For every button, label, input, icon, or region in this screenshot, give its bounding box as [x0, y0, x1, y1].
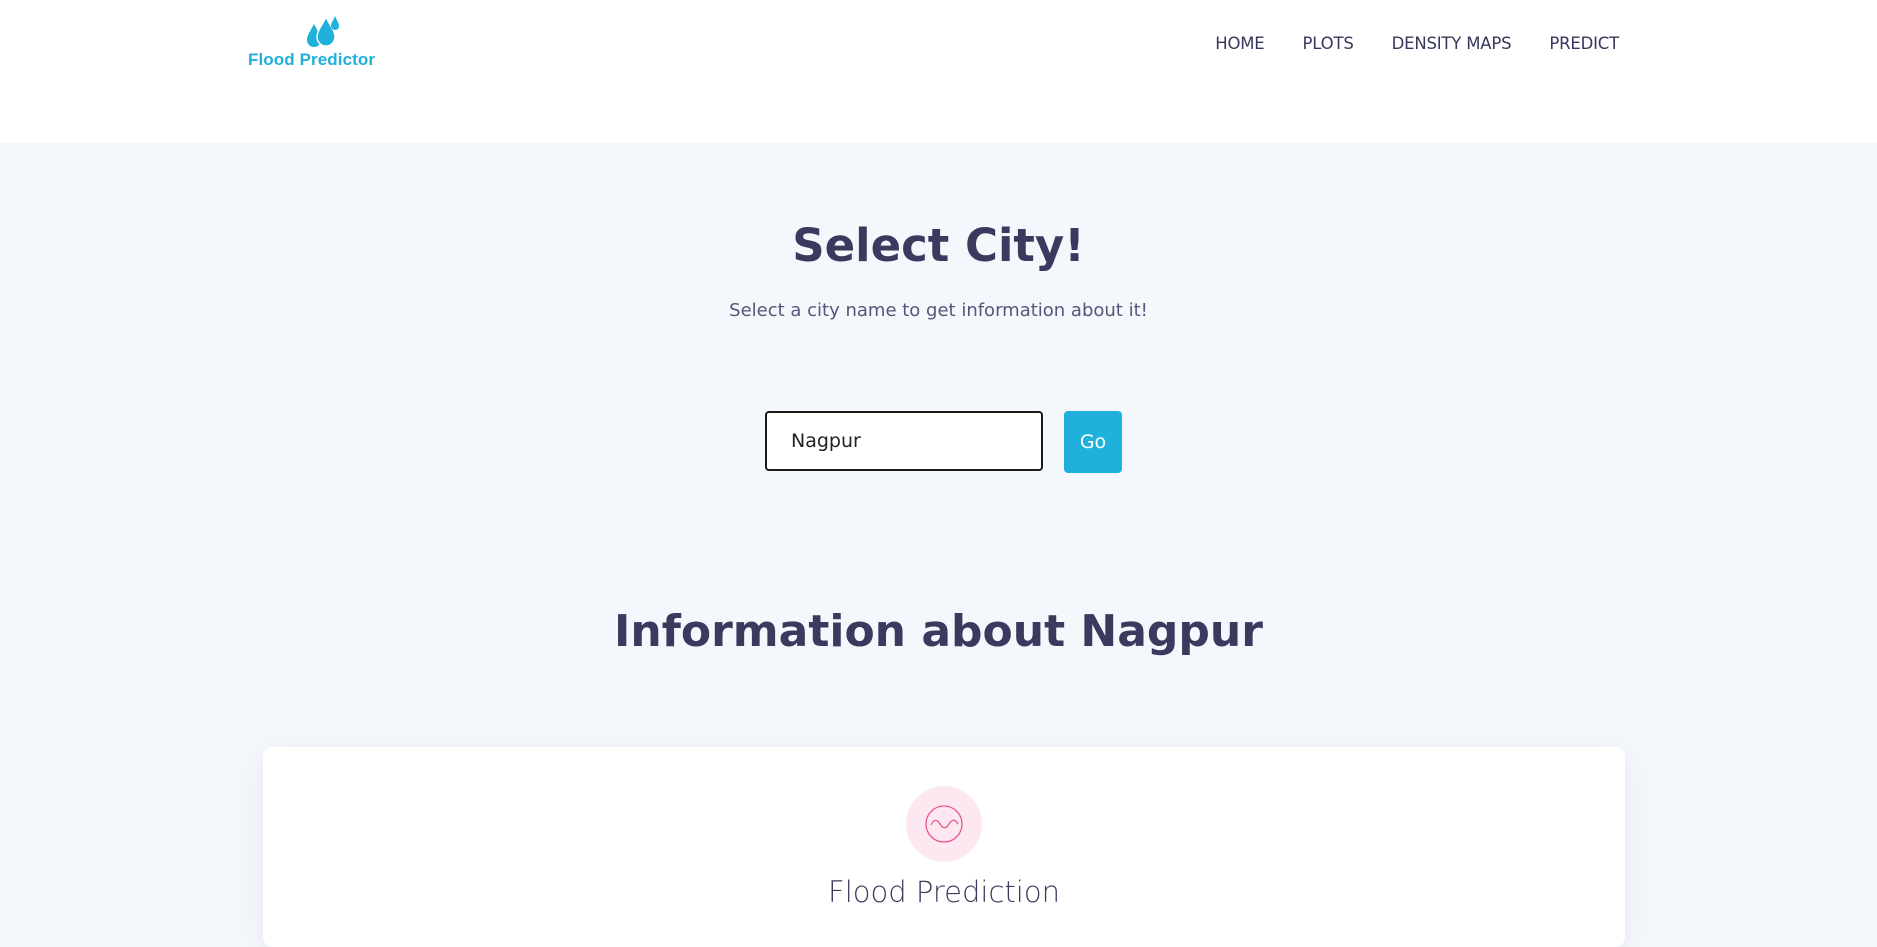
nav-plots[interactable]: PLOTS	[1303, 34, 1354, 53]
flood-prediction-card: Flood Prediction	[263, 747, 1625, 947]
page-title: Select City!	[792, 219, 1085, 272]
brand-logo[interactable]: Flood Predictor	[248, 14, 400, 74]
main-section: Select City! Select a city name to get i…	[0, 143, 1877, 947]
nav-predict[interactable]: PREDICT	[1549, 34, 1619, 53]
info-heading: Information about Nagpur	[614, 606, 1263, 657]
page-subtitle: Select a city name to get information ab…	[729, 300, 1148, 321]
brand-name: Flood Predictor	[248, 50, 376, 69]
wave-icon	[925, 805, 963, 843]
site-header: Flood Predictor HOME PLOTS DENSITY MAPS …	[0, 0, 1877, 143]
card-title: Flood Prediction	[828, 875, 1060, 909]
card-icon-badge	[906, 786, 982, 862]
nav-density-maps[interactable]: DENSITY MAPS	[1392, 34, 1512, 53]
water-drops-icon	[307, 15, 339, 47]
go-button[interactable]: Go	[1064, 411, 1122, 473]
city-input[interactable]	[765, 411, 1043, 471]
main-nav: HOME PLOTS DENSITY MAPS PREDICT	[1177, 34, 1619, 53]
nav-home[interactable]: HOME	[1215, 34, 1264, 53]
